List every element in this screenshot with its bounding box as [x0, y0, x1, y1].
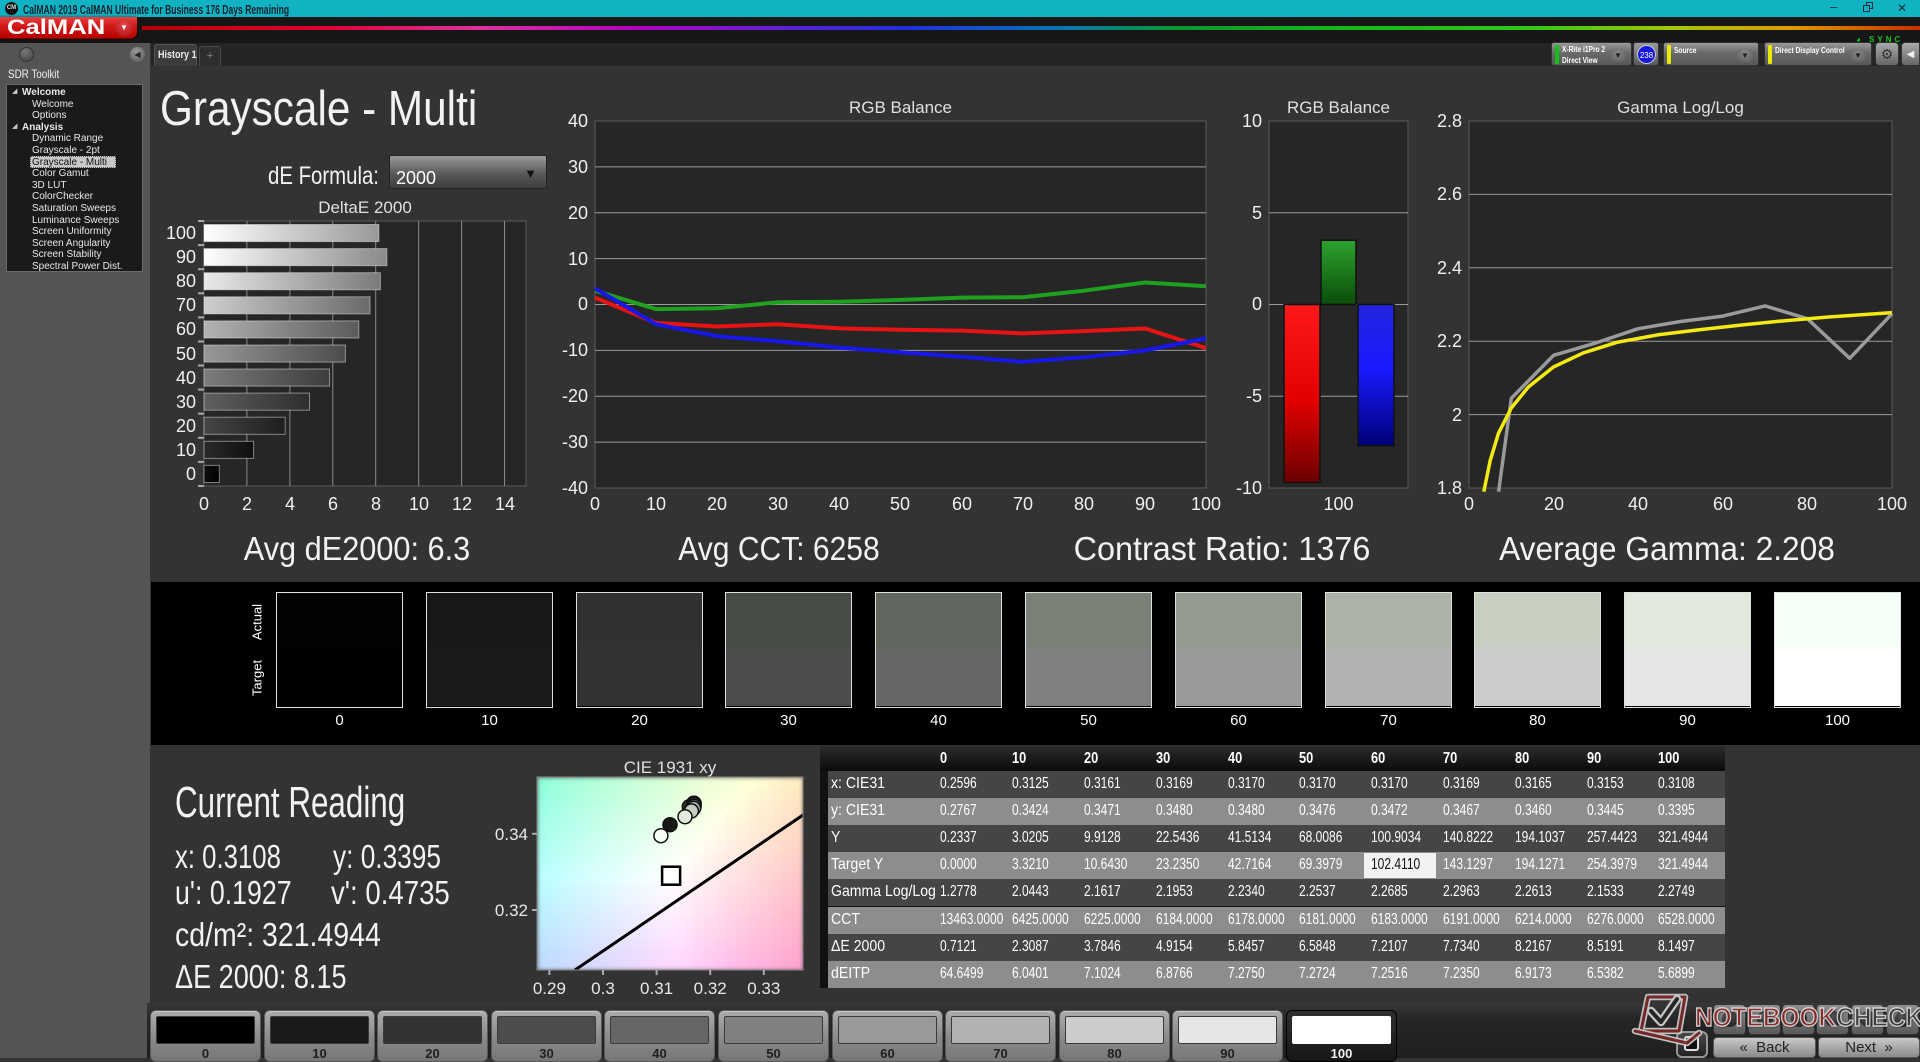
svg-text:0.31: 0.31	[640, 979, 673, 998]
svg-text:0.32: 0.32	[495, 901, 528, 920]
svg-text:0.3: 0.3	[591, 979, 615, 998]
svg-text:0.34: 0.34	[495, 825, 528, 844]
svg-text:0.33: 0.33	[747, 979, 780, 998]
svg-text:0.29: 0.29	[533, 979, 566, 998]
svg-text:0.32: 0.32	[694, 979, 727, 998]
